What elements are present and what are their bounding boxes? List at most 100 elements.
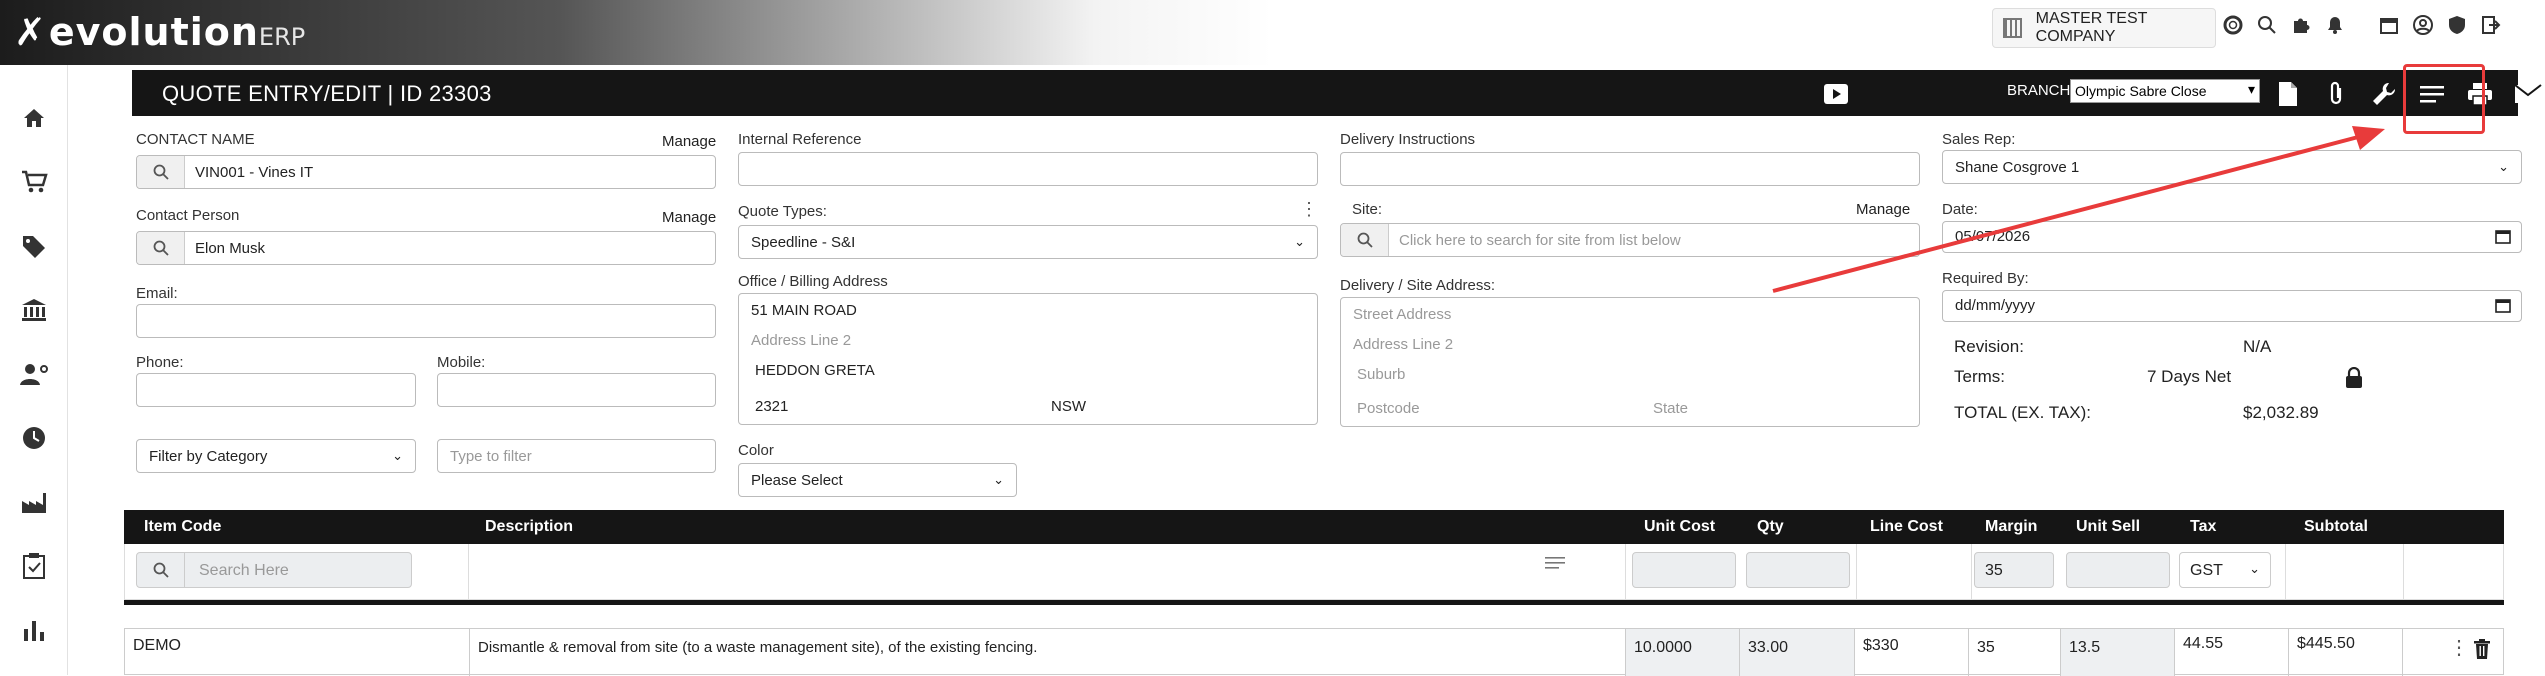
contact-person-field[interactable]: Elon Musk <box>136 231 716 265</box>
search-icon[interactable] <box>137 156 185 188</box>
search-icon[interactable] <box>137 232 185 264</box>
shield-icon[interactable] <box>2446 14 2468 36</box>
cell-unit-cost[interactable]: 10.0000 <box>1626 629 1740 676</box>
margin-input[interactable]: 35 <box>1974 552 2054 588</box>
chevron-down-icon: ⌄ <box>1294 234 1305 249</box>
delete-trash-icon[interactable] <box>2473 639 2491 664</box>
calendar-icon[interactable] <box>2495 297 2511 317</box>
delivery-instructions-label: Delivery Instructions <box>1340 131 1476 148</box>
company-selector[interactable]: MASTER TEST COMPANY <box>1992 8 2216 48</box>
manage-contact-link[interactable]: Manage <box>662 133 716 150</box>
delivery-site-address-label: Delivery / Site Address: <box>1340 277 1496 294</box>
billing-line2[interactable]: Address Line 2 <box>751 332 851 349</box>
qty-input[interactable] <box>1746 552 1850 588</box>
delivery-instructions-field[interactable] <box>1340 152 1920 186</box>
mobile-field[interactable] <box>437 373 716 407</box>
text-lines-icon[interactable] <box>1545 554 1565 577</box>
cell-unit-sell[interactable]: 13.5 <box>2061 629 2175 676</box>
manage-site-link[interactable]: Manage <box>1856 201 1910 218</box>
user-profile-icon[interactable] <box>2412 14 2434 36</box>
color-select[interactable]: Please Select ⌄ <box>738 463 1017 497</box>
tag-icon[interactable] <box>17 229 51 263</box>
chevron-down-icon: ⌄ <box>392 448 403 463</box>
billing-line1[interactable]: 51 MAIN ROAD <box>751 302 857 319</box>
col-unit-cost: Unit Cost <box>1644 518 1716 535</box>
sales-rep-select[interactable]: Shane Cosgrove 1 ⌄ <box>1942 150 2522 184</box>
factory-icon[interactable] <box>17 485 51 519</box>
app-logo[interactable]: ✗evolutionERP <box>14 10 305 54</box>
billing-postcode[interactable]: 2321 <box>755 398 788 415</box>
row-kebab-icon[interactable]: ⋮ <box>2449 635 2469 660</box>
internal-reference-field[interactable] <box>738 152 1318 186</box>
email-field[interactable] <box>136 304 716 338</box>
clock-icon[interactable] <box>17 421 51 455</box>
cell-description[interactable]: Dismantle & removal from site (to a wast… <box>470 629 1626 676</box>
bar-chart-icon[interactable] <box>17 613 51 647</box>
home-icon[interactable] <box>17 101 51 135</box>
contact-name-field[interactable]: VIN001 - Vines IT <box>136 155 716 189</box>
delivery-state[interactable]: State <box>1653 400 1688 417</box>
filter-by-category-select[interactable]: Filter by Category ⌄ <box>136 439 416 473</box>
search-icon[interactable] <box>1341 224 1389 256</box>
item-search-input[interactable]: Search Here <box>136 552 412 588</box>
delivery-line2[interactable]: Address Line 2 <box>1353 336 1453 353</box>
manage-contact-person-link[interactable]: Manage <box>662 209 716 226</box>
document-icon[interactable] <box>2274 80 2302 108</box>
play-icon[interactable] <box>1822 80 1850 108</box>
date-value: 05/07/2026 <box>1955 228 2031 245</box>
cell-item-code[interactable]: DEMO <box>125 629 470 676</box>
item-search-placeholder: Search Here <box>199 562 289 579</box>
branch-select[interactable]: Olympic Sabre Close ▾ <box>2070 79 2260 103</box>
logout-icon[interactable] <box>2480 14 2502 36</box>
type-to-filter-input[interactable]: Type to filter <box>437 439 716 473</box>
logo-suffix: ERP <box>258 23 306 51</box>
branch-label: BRANCH <box>2007 82 2071 99</box>
billing-state[interactable]: NSW <box>1051 398 1086 415</box>
logo-mark-icon: ✗ <box>14 10 47 54</box>
billing-suburb[interactable]: HEDDON GRETA <box>755 362 875 379</box>
type-to-filter-placeholder: Type to filter <box>450 448 532 465</box>
mobile-label: Mobile: <box>437 354 486 371</box>
total-value: $2,032.89 <box>2243 403 2319 422</box>
date-field[interactable]: 05/07/2026 <box>1942 221 2522 253</box>
contact-person-label: Contact Person <box>136 207 240 224</box>
line-item-entry-row: Search Here 35 GST ⌄ <box>124 544 2504 600</box>
support-lifebuoy-icon[interactable] <box>2222 14 2244 36</box>
quote-types-select[interactable]: Speedline - S&I ⌄ <box>738 225 1318 259</box>
bank-icon[interactable] <box>17 293 51 327</box>
lock-icon[interactable] <box>2345 366 2363 394</box>
delivery-suburb[interactable]: Suburb <box>1357 366 1405 383</box>
table-row[interactable]: DEMO Dismantle & removal from site (to a… <box>124 628 2504 676</box>
chevron-down-icon: ⌄ <box>2249 561 2260 576</box>
delivery-street[interactable]: Street Address <box>1353 306 1451 323</box>
site-search-field[interactable]: Click here to search for site from list … <box>1340 223 1920 257</box>
filter-category-value: Filter by Category <box>149 448 268 465</box>
unit-sell-input[interactable] <box>2066 552 2170 588</box>
calendar-icon[interactable] <box>2378 14 2400 36</box>
cart-icon[interactable] <box>17 165 51 199</box>
kebab-menu-icon[interactable]: ⋮ <box>1300 199 1318 220</box>
sidebar <box>0 65 68 675</box>
puzzle-icon[interactable] <box>2290 14 2312 36</box>
calendar-icon[interactable] <box>2495 228 2511 248</box>
mail-icon[interactable] <box>2514 80 2542 108</box>
search-icon[interactable] <box>137 553 185 587</box>
wrench-icon[interactable] <box>2370 80 2398 108</box>
color-label: Color <box>738 442 774 459</box>
col-description: Description <box>485 518 574 535</box>
paperclip-icon[interactable] <box>2322 80 2350 108</box>
cell-qty[interactable]: 33.00 <box>1740 629 1855 676</box>
bell-icon[interactable] <box>2324 14 2346 36</box>
delivery-postcode[interactable]: Postcode <box>1357 400 1420 417</box>
margin-default: 35 <box>1985 562 2003 579</box>
quote-types-label: Quote Types: <box>738 203 827 220</box>
clipboard-check-icon[interactable] <box>17 549 51 583</box>
cell-margin[interactable]: 35 <box>1969 629 2061 676</box>
phone-field[interactable] <box>136 373 416 407</box>
unit-cost-input[interactable] <box>1632 552 1736 588</box>
col-unit-sell: Unit Sell <box>2076 518 2141 535</box>
search-icon[interactable] <box>2256 14 2278 36</box>
tax-select[interactable]: GST ⌄ <box>2179 552 2271 588</box>
user-settings-icon[interactable] <box>17 357 51 391</box>
required-by-field[interactable]: dd/mm/yyyy <box>1942 290 2522 322</box>
